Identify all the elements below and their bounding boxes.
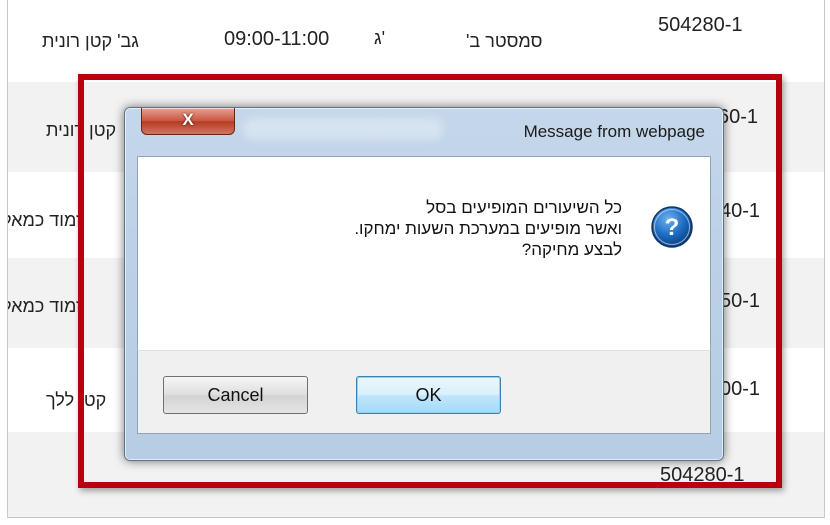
table-row: 504280-1 סמסטר ב' ג' 09:00-11:00 גב' קטן… (8, 0, 824, 82)
message-line: כל השיעורים המופיעים בסל (426, 198, 622, 217)
close-icon: X (182, 110, 194, 129)
ok-button[interactable]: OK (356, 376, 501, 414)
dialog-content: כל השיעורים המופיעים בסל ואשר מופיעים במ… (137, 156, 711, 351)
question-icon: ? (651, 206, 693, 248)
confirm-dialog: X Message from webpage כל השיעורים המופי… (124, 107, 724, 461)
time-cell: 09:00-11:00 (224, 28, 330, 50)
svg-text:?: ? (665, 214, 680, 241)
dialog-button-bar: Cancel OK (137, 350, 711, 434)
cancel-button[interactable]: Cancel (163, 376, 308, 414)
titlebar-blur (243, 118, 443, 140)
close-button[interactable]: X (141, 108, 235, 135)
lecturer-cell: זמוד כמאל (7, 210, 82, 230)
lecturer-cell: גב' קטן רונית (42, 31, 139, 51)
course-id: 504280-1 (658, 14, 743, 36)
dialog-message: כל השיעורים המופיעים בסל ואשר מופיעים במ… (262, 197, 622, 260)
message-line: לבצע מחיקה? (521, 240, 622, 259)
day-cell: ג' (374, 28, 386, 48)
lecturer-cell: זמוד כמאל (7, 296, 82, 316)
dialog-title: Message from webpage (523, 122, 705, 141)
dialog-titlebar[interactable]: X Message from webpage (125, 108, 723, 156)
message-line: ואשר מופיעים במערכת השעות ימחקו. (354, 219, 622, 238)
semester-cell: סמסטר ב' (466, 31, 543, 51)
